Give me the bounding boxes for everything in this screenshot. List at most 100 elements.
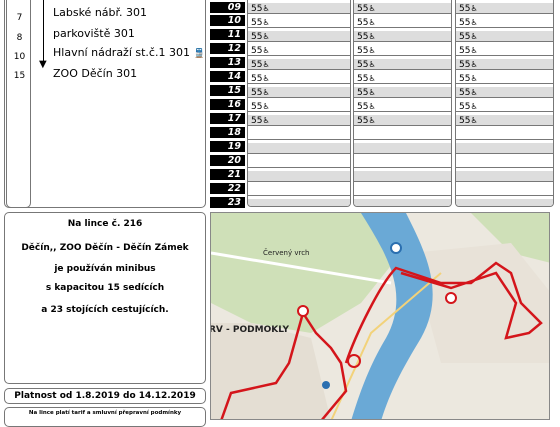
wheelchair-icon: ♿ bbox=[262, 46, 270, 55]
wheelchair-icon: ♿ bbox=[368, 102, 376, 111]
info-line: a 23 stojících cestujících. bbox=[41, 305, 169, 315]
hour-label: 17 bbox=[210, 113, 245, 124]
hour-label: 23 bbox=[210, 197, 245, 208]
departure-cell: 55♿ bbox=[354, 45, 451, 56]
departure-cell bbox=[248, 129, 350, 140]
hour-label: 11 bbox=[210, 29, 245, 40]
minutes-column: 7 8 10 15 bbox=[6, 0, 31, 208]
departure-cell bbox=[456, 129, 553, 140]
departure-cell: 55♿ bbox=[456, 87, 553, 98]
stop-name: Labské nábř. 301 bbox=[53, 6, 148, 19]
departures-column-weekday: 55♿ 55♿ 55♿ 55♿ 55♿ 55♿ 55♿ 55♿ 55♿ bbox=[247, 0, 351, 207]
info-line: s kapacitou 15 sedících bbox=[45, 283, 165, 293]
departure-minute: 55 bbox=[357, 88, 369, 98]
stop-name: Hlavní nádraží st.č.1 301 🚆 bbox=[53, 46, 205, 59]
departure-cell: 55♿ bbox=[248, 87, 350, 98]
info-line: je používán minibus bbox=[54, 264, 156, 274]
departure-cell: 55♿ bbox=[248, 101, 350, 112]
stop-minute: 7 bbox=[16, 13, 23, 23]
departure-cell: 55♿ bbox=[456, 17, 553, 28]
departure-cell bbox=[354, 185, 451, 196]
wheelchair-icon: ♿ bbox=[368, 18, 376, 27]
departure-cell bbox=[354, 199, 451, 206]
wheelchair-icon: ♿ bbox=[368, 88, 376, 97]
departure-cell: 55♿ bbox=[248, 45, 350, 56]
wheelchair-icon: ♿ bbox=[262, 74, 270, 83]
departure-minute: 55 bbox=[459, 102, 471, 112]
departure-cell bbox=[354, 143, 451, 154]
wheelchair-icon: ♿ bbox=[368, 60, 376, 69]
hour-label: 21 bbox=[210, 169, 245, 180]
stop-name: parkoviště 301 bbox=[53, 27, 135, 40]
wheelchair-icon: ♿ bbox=[262, 116, 270, 125]
map-label-cervenyvrch: Červený vrch bbox=[263, 249, 310, 257]
departures-column-saturday: 55♿ 55♿ 55♿ 55♿ 55♿ 55♿ 55♿ 55♿ 55♿ bbox=[353, 0, 452, 207]
wheelchair-icon: ♿ bbox=[470, 60, 478, 69]
departure-cell: 55♿ bbox=[456, 45, 553, 56]
departure-minute: 55 bbox=[459, 74, 471, 84]
departure-cell: 55♿ bbox=[248, 3, 350, 14]
departure-minute: 55 bbox=[357, 4, 369, 14]
departure-cell: 55♿ bbox=[354, 87, 451, 98]
hour-label: 14 bbox=[210, 71, 245, 82]
departure-cell bbox=[354, 171, 451, 182]
departure-cell bbox=[354, 157, 451, 168]
tariff-note: Na lince platí tarif a smluvní přepravní… bbox=[4, 407, 206, 427]
stops-panel: ▼ Labské nábř. 301 parkoviště 301 Hlavní… bbox=[4, 0, 206, 208]
departure-cell bbox=[456, 143, 553, 154]
departure-minute: 55 bbox=[251, 46, 263, 56]
departure-cell: 55♿ bbox=[354, 101, 451, 112]
hour-label: 20 bbox=[210, 155, 245, 166]
wheelchair-icon: ♿ bbox=[470, 102, 478, 111]
departure-cell bbox=[456, 199, 553, 206]
wheelchair-icon: ♿ bbox=[262, 4, 270, 13]
stop-minute: 10 bbox=[13, 52, 26, 62]
wheelchair-icon: ♿ bbox=[470, 4, 478, 13]
departure-cell: 55♿ bbox=[456, 101, 553, 112]
departure-cell: 55♿ bbox=[248, 115, 350, 126]
departure-minute: 55 bbox=[459, 60, 471, 70]
departure-minute: 55 bbox=[251, 116, 263, 126]
wheelchair-icon: ♿ bbox=[262, 32, 270, 41]
wheelchair-icon: ♿ bbox=[262, 102, 270, 111]
departure-cell bbox=[248, 143, 350, 154]
wheelchair-icon: ♿ bbox=[470, 88, 478, 97]
info-line: Děčín,, ZOO Děčín - Děčín Zámek bbox=[21, 243, 189, 253]
departure-minute: 55 bbox=[251, 88, 263, 98]
map-graphic bbox=[211, 213, 549, 419]
validity-box: Platnost od 1.8.2019 do 14.12.2019 bbox=[4, 388, 206, 404]
wheelchair-icon: ♿ bbox=[368, 116, 376, 125]
wheelchair-icon: ♿ bbox=[470, 46, 478, 55]
departure-minute: 55 bbox=[357, 18, 369, 28]
hour-label: 12 bbox=[210, 43, 245, 54]
departure-cell bbox=[248, 157, 350, 168]
hour-label: 18 bbox=[210, 127, 245, 138]
hour-label: 22 bbox=[210, 183, 245, 194]
departure-cell: 55♿ bbox=[354, 17, 451, 28]
departure-minute: 55 bbox=[357, 32, 369, 42]
hour-label: 09 bbox=[210, 2, 245, 13]
wheelchair-icon: ♿ bbox=[470, 32, 478, 41]
departure-minute: 55 bbox=[459, 4, 471, 14]
wheelchair-icon: ♿ bbox=[470, 116, 478, 125]
departure-minute: 55 bbox=[459, 116, 471, 126]
departure-minute: 55 bbox=[251, 32, 263, 42]
map-label-podmokly: RV - PODMOKLY bbox=[210, 325, 290, 335]
departure-cell bbox=[456, 171, 553, 182]
departure-minute: 55 bbox=[251, 102, 263, 112]
departure-cell: 55♿ bbox=[248, 31, 350, 42]
departure-cell bbox=[248, 199, 350, 206]
stop-name: ZOO Děčín 301 bbox=[53, 67, 138, 80]
info-box: Na lince č. 216 Děčín,, ZOO Děčín - Děčí… bbox=[4, 212, 206, 384]
departure-minute: 55 bbox=[357, 116, 369, 126]
wheelchair-icon: ♿ bbox=[368, 46, 376, 55]
departures-column-sunday: 55♿ 55♿ 55♿ 55♿ 55♿ 55♿ 55♿ 55♿ 55♿ bbox=[455, 0, 554, 207]
info-line: Na lince č. 216 bbox=[67, 219, 143, 229]
departure-cell bbox=[354, 129, 451, 140]
departure-minute: 55 bbox=[459, 32, 471, 42]
hour-label: 15 bbox=[210, 85, 245, 96]
hour-label: 10 bbox=[210, 15, 245, 26]
stop-minute: 15 bbox=[13, 71, 26, 81]
route-map[interactable]: RV - PODMOKLY Červený vrch bbox=[210, 212, 550, 420]
departure-cell: 55♿ bbox=[354, 3, 451, 14]
